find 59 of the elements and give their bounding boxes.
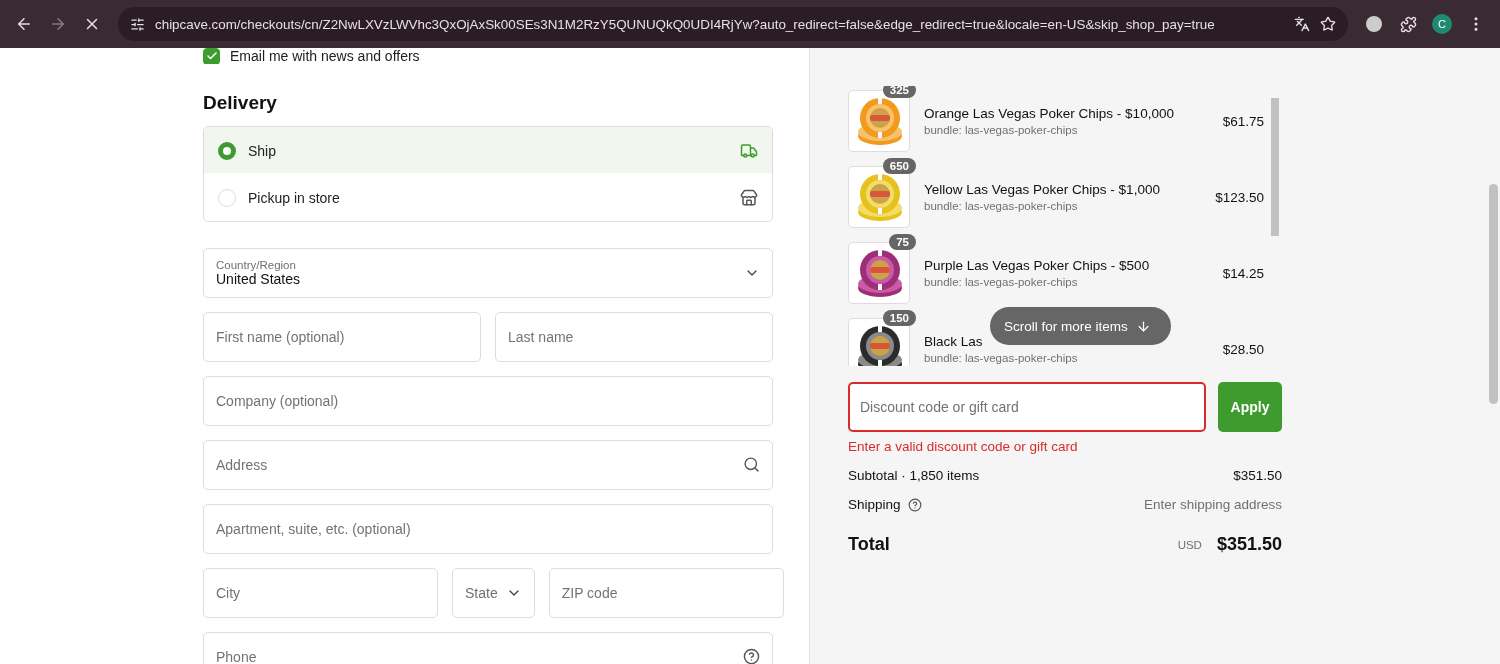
product-bundle: bundle: las-vegas-poker-chips <box>924 276 1079 288</box>
delivery-option[interactable]: Pickup in store <box>204 173 772 221</box>
input-field[interactable]: Company (optional) <box>203 376 773 426</box>
quantity-badge: 75 <box>889 234 916 250</box>
field-value: United States <box>216 271 302 287</box>
scrollbar-thumb[interactable] <box>1271 98 1279 236</box>
product-price: $28.50 <box>1222 341 1264 357</box>
product-price: $123.50 <box>1215 189 1264 205</box>
product-title: Yellow Las Vegas Poker Chips - $1,000 <box>924 182 1161 197</box>
page-scrollbar-thumb[interactable] <box>1489 184 1498 404</box>
site-settings-icon[interactable] <box>130 16 145 32</box>
delivery-option[interactable]: Ship <box>204 127 772 175</box>
product-title: Black Las <box>924 334 984 349</box>
discount-field[interactable]: Discount code or gift card <box>848 382 1206 432</box>
apply-button[interactable]: Apply <box>1218 382 1282 432</box>
profile-avatar[interactable]: C <box>1432 14 1452 34</box>
arrow-down-icon <box>1135 318 1151 334</box>
check-icon <box>205 50 218 62</box>
product-price: $61.75 <box>1222 113 1264 129</box>
scroll-hint[interactable]: Scroll for more items <box>990 307 1171 345</box>
quantity-badge: 325 <box>882 86 916 98</box>
product-title: Purple Las Vegas Poker Chips - $500 <box>924 258 1151 273</box>
search-icon[interactable] <box>743 456 761 474</box>
checkbox-label: Email me with news and offers <box>230 48 420 64</box>
field-label: Country/Region <box>216 259 297 271</box>
total-value: $351.50 <box>1216 534 1282 555</box>
checkbox[interactable] <box>203 48 220 64</box>
input-field[interactable]: Last name <box>495 312 773 362</box>
radio-button[interactable] <box>218 141 236 160</box>
help-icon[interactable] <box>743 648 761 664</box>
currency-code: USD <box>1177 538 1202 551</box>
address-field[interactable]: Address <box>203 440 773 490</box>
quantity-badge: 150 <box>882 310 916 326</box>
shipping-value: Enter shipping address <box>1143 497 1282 512</box>
help-icon[interactable] <box>907 497 922 512</box>
product-bundle: bundle: las-vegas-poker-chips <box>924 124 1079 136</box>
address-bar[interactable]: chipcave.com/checkouts/cn/Z2NwLXVzLWVhc3QxOjAxSk00SEs3N1M2RzY5QUNUQkQ0UDI4RjYw?auto_redirect=false&edge_redirect=true&locale=en-US&skip_shop_pay=true <box>118 7 1348 41</box>
subtotal-value: $351.50 <box>1233 468 1282 483</box>
input-field[interactable]: City <box>203 568 438 618</box>
quantity-badge: 650 <box>882 158 916 174</box>
input-field[interactable]: ZIP code <box>548 568 784 618</box>
product-title: Orange Las Vegas Poker Chips - $10,000 <box>924 106 1175 121</box>
bookmark-star-icon[interactable] <box>1320 16 1336 32</box>
subtotal-label: Subtotal · 1,850 items <box>848 468 980 483</box>
input-field[interactable]: First name (optional) <box>203 312 481 362</box>
product-price: $14.25 <box>1222 265 1264 281</box>
phone-field[interactable]: Phone <box>203 632 773 664</box>
shipping-label: Shipping <box>848 497 901 512</box>
country-select[interactable]: Country/Region United States <box>203 248 773 298</box>
truck-icon <box>740 141 758 160</box>
product-bundle: bundle: las-vegas-poker-chips <box>924 200 1079 212</box>
store-icon <box>740 188 758 207</box>
error-message: Enter a valid discount code or gift card <box>848 439 1079 454</box>
section-title: Delivery <box>203 92 278 114</box>
state-select[interactable]: State <box>452 568 535 618</box>
input-field[interactable]: Apartment, suite, etc. (optional) <box>203 504 773 554</box>
translate-icon[interactable] <box>1294 16 1310 32</box>
total-label: Total <box>848 534 890 555</box>
product-bundle: bundle: las-vegas-poker-chips <box>924 352 1079 364</box>
